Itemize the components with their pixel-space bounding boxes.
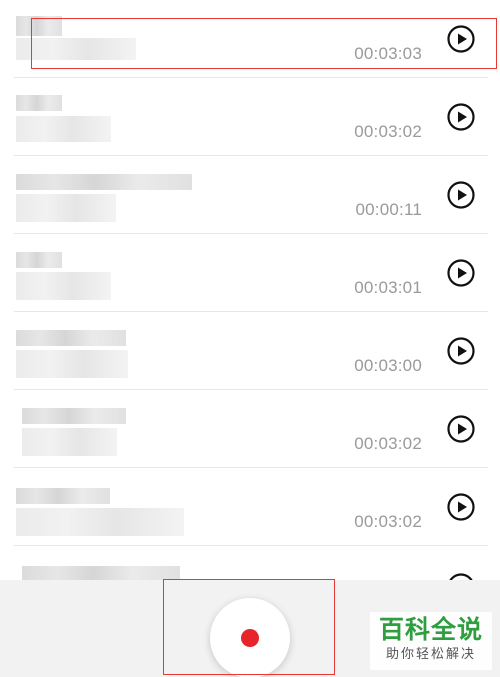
recording-duration: 00:03:00 (354, 356, 422, 375)
play-icon[interactable] (446, 572, 476, 580)
blurred-title (16, 174, 192, 190)
recording-row-6[interactable]: 00:03:02 (0, 390, 500, 468)
recording-duration: 00:03:02 (354, 512, 422, 531)
play-icon[interactable] (446, 258, 476, 288)
blurred-subtitle (16, 272, 111, 300)
blurred-title (16, 16, 62, 36)
blurred-title (16, 252, 62, 268)
recording-duration: 00:03:03 (354, 44, 422, 63)
blurred-title (16, 95, 62, 111)
blurred-subtitle (16, 350, 128, 378)
recording-list[interactable]: 00:03:03 00:03:02 00:00:11 00:03:01 00:0… (0, 0, 500, 580)
play-icon[interactable] (446, 24, 476, 54)
blurred-subtitle (16, 38, 136, 60)
record-button[interactable] (210, 598, 290, 677)
blurred-subtitle (22, 428, 117, 456)
blurred-title (22, 566, 180, 580)
play-icon[interactable] (446, 180, 476, 210)
recording-row-5[interactable]: 00:03:00 (0, 312, 500, 390)
play-icon[interactable] (446, 336, 476, 366)
recording-row-3[interactable]: 00:00:11 (0, 156, 500, 234)
recording-duration: 00:03:02 (354, 122, 422, 141)
recording-duration: 00:03:01 (354, 278, 422, 297)
recording-row-8[interactable] (0, 546, 500, 580)
recording-duration: 00:03:02 (354, 434, 422, 453)
watermark-title: 百科全说 (378, 616, 483, 644)
blurred-subtitle (16, 194, 116, 222)
blurred-subtitle (16, 116, 111, 142)
watermark-subtitle: 助你轻松解决 (385, 646, 476, 661)
play-icon[interactable] (446, 492, 476, 522)
voice-recorder-screen: 00:03:03 00:03:02 00:00:11 00:03:01 00:0… (0, 0, 500, 677)
recording-row-1[interactable]: 00:03:03 (0, 0, 500, 78)
recording-row-2[interactable]: 00:03:02 (0, 78, 500, 156)
recording-duration: 00:00:11 (355, 200, 422, 219)
blurred-subtitle (16, 508, 184, 536)
recording-row-7[interactable]: 00:03:02 (0, 468, 500, 546)
recording-row-4[interactable]: 00:03:01 (0, 234, 500, 312)
play-icon[interactable] (446, 414, 476, 444)
blurred-title (16, 488, 110, 504)
watermark-logo: 百科全说 助你轻松解决 (370, 612, 492, 670)
play-icon[interactable] (446, 102, 476, 132)
blurred-title (22, 408, 126, 424)
record-dot-icon (241, 629, 259, 647)
blurred-title (16, 330, 126, 346)
